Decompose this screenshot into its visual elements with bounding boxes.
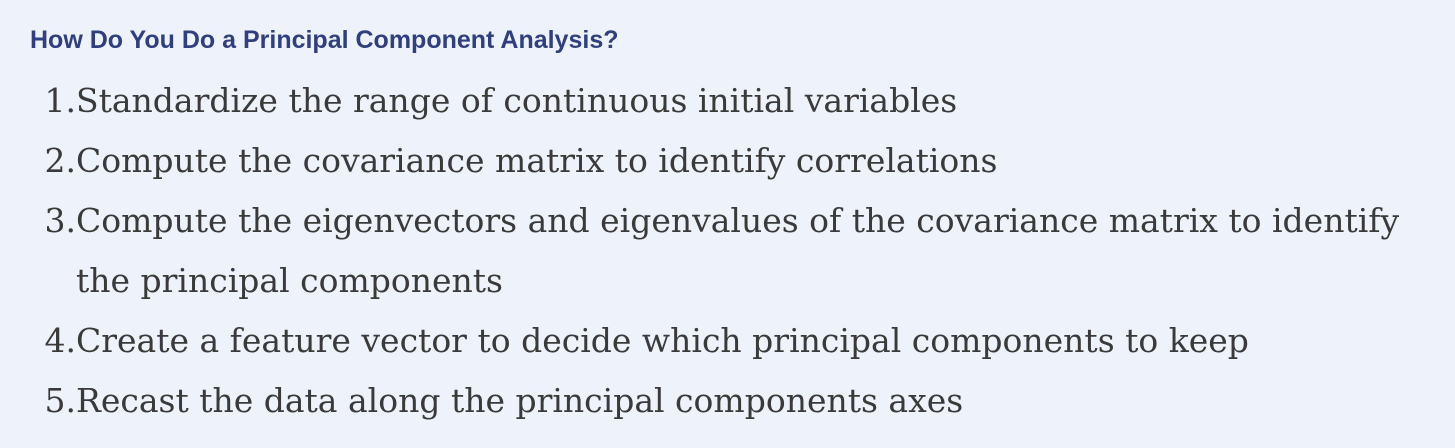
section-heading: How Do You Do a Principal Component Anal… [30, 26, 619, 54]
pca-steps-card: How Do You Do a Principal Component Anal… [0, 0, 1455, 448]
steps-list: 1. Standardize the range of continuous i… [30, 71, 1455, 431]
list-item: 1. Standardize the range of continuous i… [30, 71, 1440, 131]
list-item: 3. Compute the eigenvectors and eigenval… [30, 191, 1440, 311]
step-number: 2. [44, 141, 77, 180]
list-item: 5. Recast the data along the principal c… [30, 371, 1440, 431]
step-text: Recast the data along the principal comp… [76, 381, 964, 420]
list-item: 2. Compute the covariance matrix to iden… [30, 131, 1440, 191]
step-number: 3. [44, 201, 77, 240]
step-text: Compute the covariance matrix to identif… [76, 141, 998, 180]
step-text: Compute the eigenvectors and eigenvalues… [76, 201, 1400, 300]
step-number: 1. [44, 81, 77, 120]
step-text: Standardize the range of continuous init… [76, 81, 958, 120]
step-number: 4. [44, 321, 77, 360]
step-text: Create a feature vector to decide which … [76, 321, 1249, 360]
list-item: 4. Create a feature vector to decide whi… [30, 311, 1440, 371]
step-number: 5. [44, 381, 77, 420]
